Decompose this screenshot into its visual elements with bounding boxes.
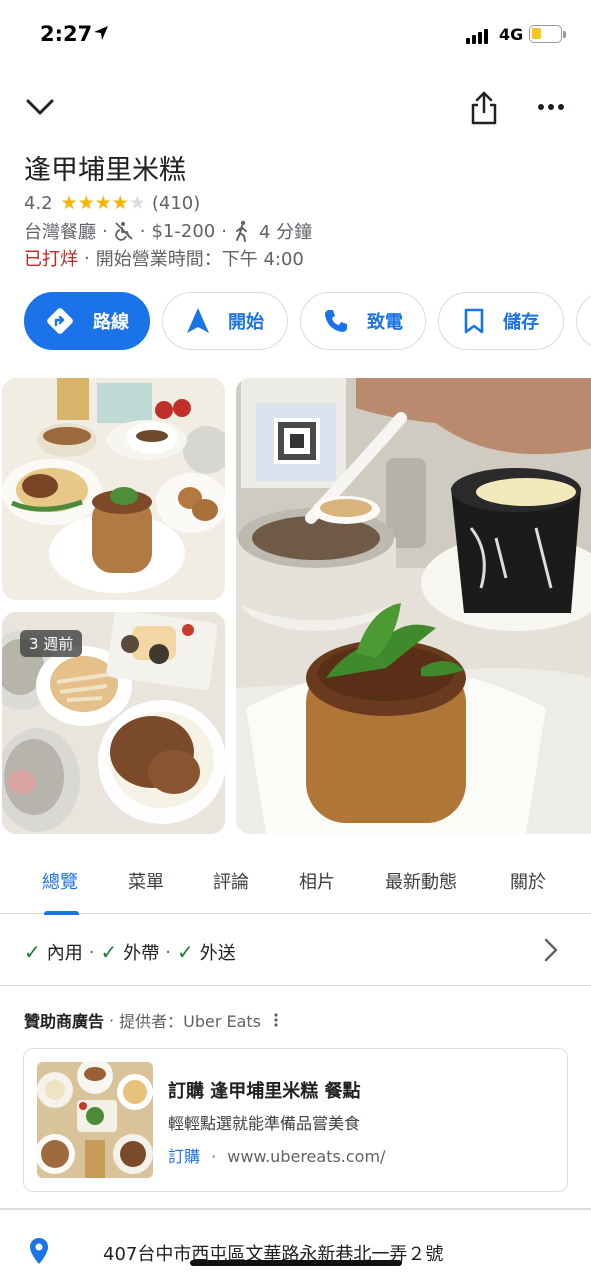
active-tab-indicator bbox=[44, 911, 79, 915]
ad-provider: 提供者：Uber Eats bbox=[119, 1012, 262, 1031]
no-wheelchair-access-icon bbox=[114, 222, 133, 241]
service-options-list: ✓ 內用 · ✓ 外帶 · ✓ 外送 bbox=[24, 940, 236, 964]
ad-title: 訂購 逢甲埔里米糕 餐點 bbox=[168, 1081, 361, 1102]
navigation-arrow-icon bbox=[187, 308, 209, 333]
photo-meal-spread[interactable]: 3 週前 bbox=[2, 612, 225, 834]
tab-overview[interactable]: 總覽 bbox=[42, 868, 78, 894]
service-dine-in: 內用 bbox=[46, 943, 83, 964]
battery-icon bbox=[529, 25, 562, 43]
home-indicator bbox=[190, 1260, 402, 1266]
section-divider bbox=[0, 1208, 591, 1210]
tab-bar: 總覽 菜單 評論 相片 最新動態 關於 bbox=[0, 858, 591, 915]
directions-label: 路線 bbox=[93, 312, 129, 333]
directions-icon bbox=[47, 308, 73, 334]
star-full-icon: ★ bbox=[77, 191, 95, 214]
bookmark-icon bbox=[464, 308, 484, 334]
walking-icon bbox=[235, 220, 247, 242]
ad-food-image bbox=[37, 1062, 153, 1178]
meta-row: 台灣餐廳 · · $1-200 · 4 分鐘 bbox=[24, 219, 313, 244]
photo-age-badge: 3 週前 bbox=[20, 630, 83, 657]
sponsored-label: 贊助商廣告 bbox=[24, 1012, 105, 1031]
save-button[interactable]: 儲存 bbox=[438, 292, 564, 350]
photo-food-table[interactable] bbox=[2, 378, 225, 600]
tab-updates[interactable]: 最新動態 bbox=[385, 868, 457, 894]
tab-photos[interactable]: 相片 bbox=[299, 868, 335, 894]
tab-menu[interactable]: 菜單 bbox=[128, 868, 164, 894]
check-icon: ✓ bbox=[177, 940, 194, 964]
more-options-icon[interactable] bbox=[537, 102, 565, 112]
rating-row[interactable]: 4.2 ★ ★ ★ ★ ★ (410) bbox=[24, 192, 200, 214]
check-icon: ✓ bbox=[24, 940, 41, 964]
rice-cake-photo-image bbox=[236, 378, 591, 834]
check-icon: ✓ bbox=[100, 940, 118, 964]
service-options-row[interactable]: ✓ 內用 · ✓ 外帶 · ✓ 外送 bbox=[0, 916, 591, 986]
ad-url: www.ubereats.com/ bbox=[227, 1147, 386, 1166]
more-action-chip[interactable] bbox=[576, 292, 591, 350]
tab-reviews[interactable]: 評論 bbox=[213, 868, 249, 894]
rating-value: 4.2 bbox=[24, 192, 53, 214]
start-navigation-button[interactable]: 開始 bbox=[162, 292, 288, 350]
phone-icon bbox=[325, 310, 347, 332]
battery-tip bbox=[563, 31, 566, 38]
hours-row[interactable]: 已打烊 · 開始營業時間：下午 4:00 bbox=[24, 246, 304, 271]
cellular-signal-icon bbox=[466, 28, 492, 44]
category: 台灣餐廳 bbox=[24, 222, 96, 243]
status-bar: 2:27 4G bbox=[0, 0, 591, 70]
call-label: 致電 bbox=[367, 312, 403, 333]
tab-about[interactable]: 關於 bbox=[510, 868, 546, 894]
call-button[interactable]: 致電 bbox=[300, 292, 426, 350]
star-full-icon: ★ bbox=[60, 191, 78, 214]
share-icon[interactable] bbox=[470, 90, 498, 126]
location-pin-icon bbox=[30, 1238, 48, 1264]
service-delivery: 外送 bbox=[199, 943, 236, 964]
action-chips: 路線 開始 致電 儲存 bbox=[24, 292, 591, 350]
ad-order-link[interactable]: 訂購 bbox=[168, 1147, 200, 1166]
ad-description: 輕輕點選就能準備品嘗美食 bbox=[168, 1114, 361, 1133]
opening-hours: 開始營業時間：下午 4:00 bbox=[95, 249, 304, 270]
network-type: 4G bbox=[499, 25, 524, 44]
food-photo-image bbox=[2, 378, 225, 600]
location-services-icon bbox=[94, 26, 108, 40]
save-label: 儲存 bbox=[503, 312, 539, 333]
place-title: 逢甲埔里米糕 bbox=[24, 155, 186, 186]
collapse-chevron-down-icon[interactable] bbox=[24, 96, 56, 120]
star-full-icon: ★ bbox=[111, 191, 129, 214]
review-count: (410) bbox=[151, 192, 201, 214]
sponsored-header: 贊助商廣告 · 提供者：Uber Eats bbox=[24, 1008, 279, 1032]
directions-button[interactable]: 路線 bbox=[24, 292, 150, 350]
star-empty-icon: ★ bbox=[128, 191, 146, 214]
ad-more-options-icon[interactable] bbox=[273, 1012, 279, 1028]
service-takeout: 外帶 bbox=[123, 943, 160, 964]
ad-thumbnail bbox=[37, 1062, 153, 1178]
start-label: 開始 bbox=[228, 312, 264, 333]
status-time: 2:27 bbox=[40, 22, 93, 46]
price-range: $1-200 bbox=[151, 220, 216, 242]
photo-gallery: 3 週前 bbox=[2, 378, 591, 836]
photo-rice-cake[interactable] bbox=[236, 378, 591, 834]
walk-time: 4 分鐘 bbox=[258, 222, 313, 243]
ad-card[interactable]: 訂購 逢甲埔里米糕 餐點 輕輕點選就能準備品嘗美食 訂購 · www.ubere… bbox=[23, 1048, 568, 1192]
ad-link-row[interactable]: 訂購 · www.ubereats.com/ bbox=[168, 1143, 385, 1167]
chevron-right-icon[interactable] bbox=[541, 937, 561, 963]
star-full-icon: ★ bbox=[94, 191, 112, 214]
open-status: 已打烊 bbox=[24, 249, 78, 270]
rating-stars: ★ ★ ★ ★ ★ bbox=[60, 191, 146, 214]
